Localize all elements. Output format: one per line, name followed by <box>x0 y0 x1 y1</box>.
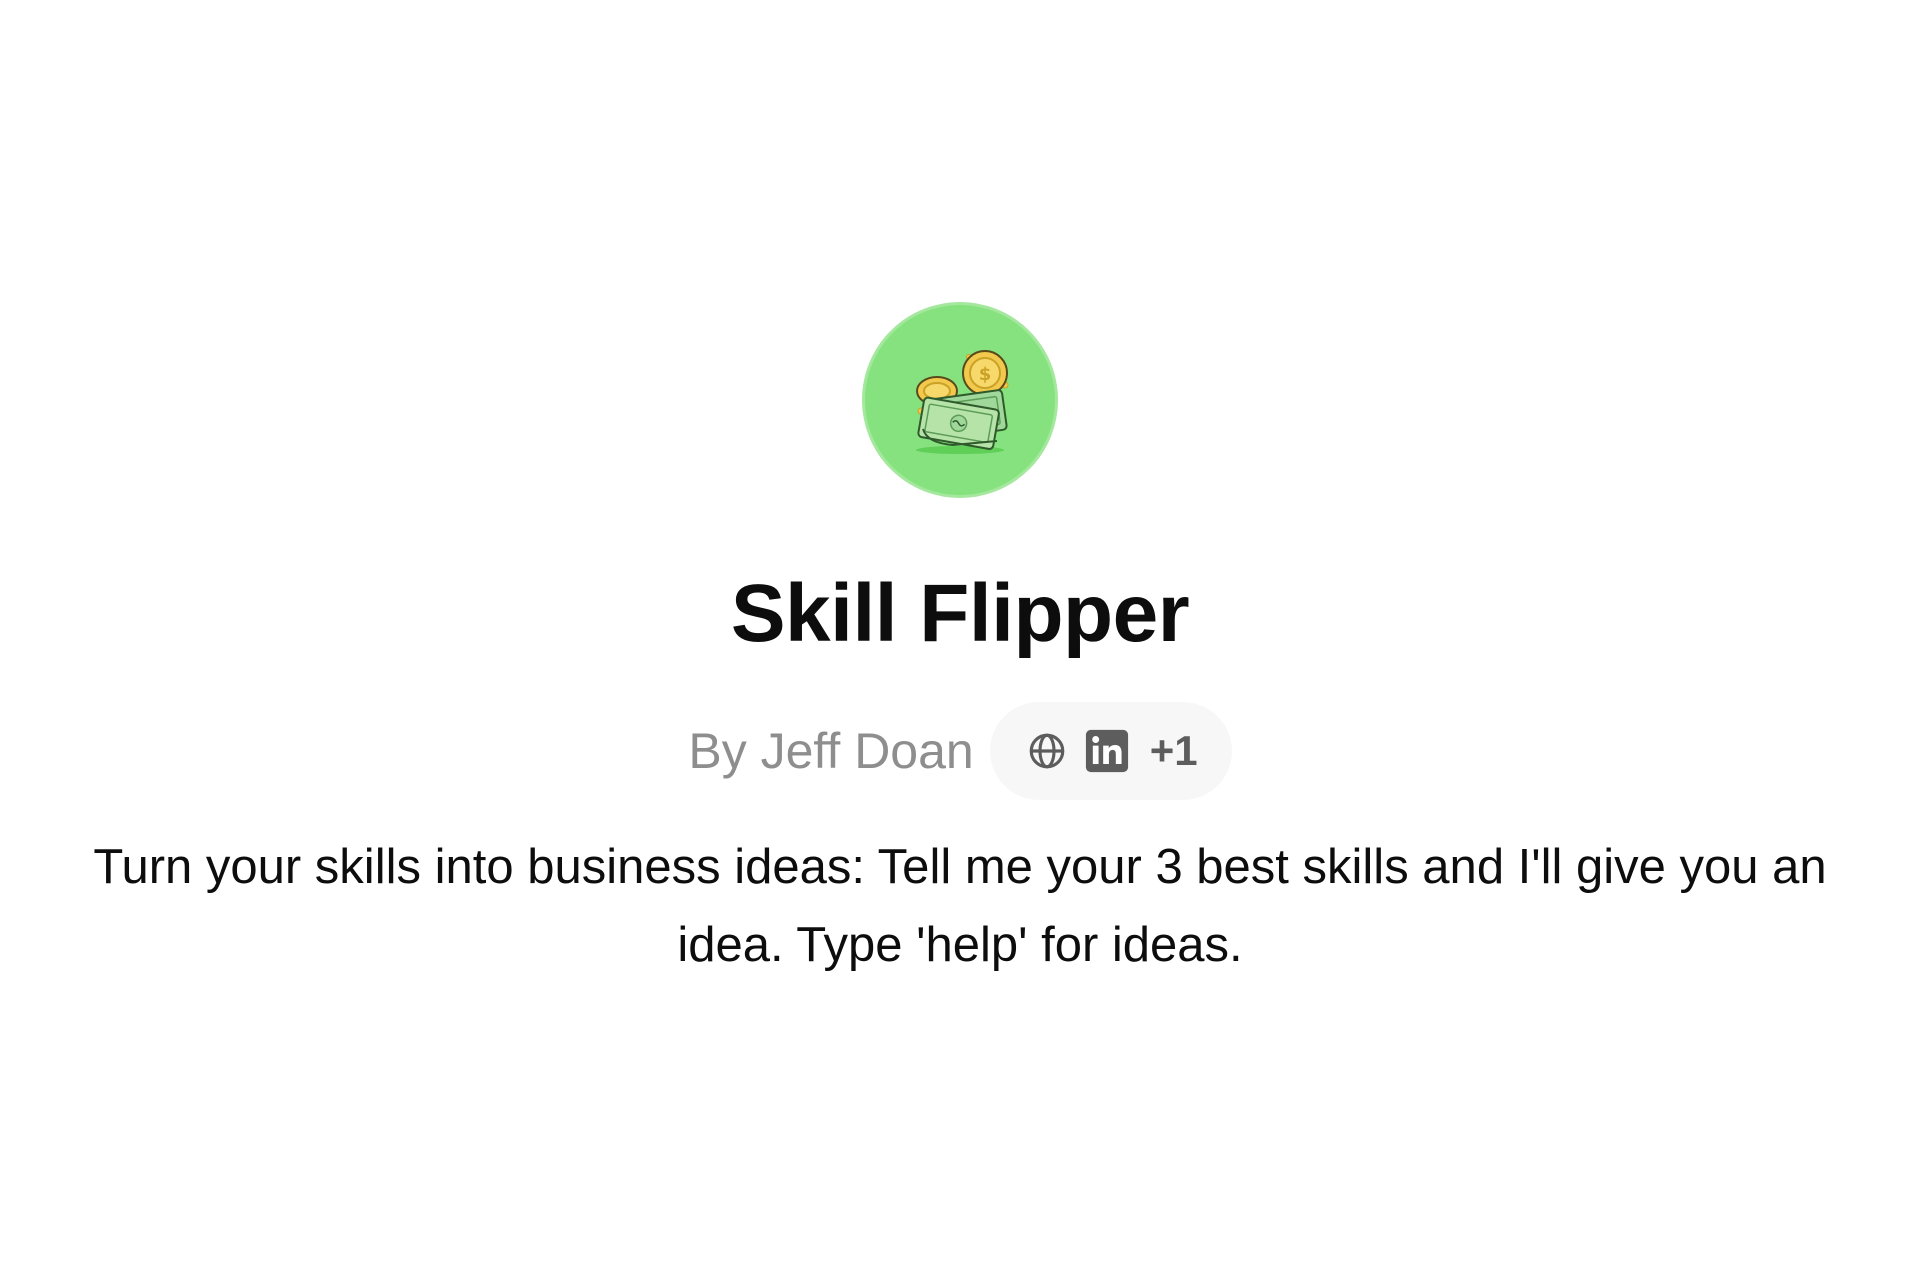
gpt-hero: $ Skill Flipper By Jeff Doan +1 Turn you… <box>0 0 1920 984</box>
gpt-avatar: $ <box>862 302 1058 498</box>
more-links-count[interactable]: +1 <box>1150 727 1198 775</box>
author-byline: By Jeff Doan +1 <box>688 702 1232 800</box>
gpt-description: Turn your skills into business ideas: Te… <box>93 840 1827 972</box>
gpt-title: Skill Flipper <box>730 568 1190 659</box>
gpt-profile-page: $ Skill Flipper By Jeff Doan +1 Turn you… <box>0 0 1920 1280</box>
author-name: By Jeff Doan <box>688 723 974 779</box>
linkedin-icon[interactable] <box>1084 728 1130 774</box>
svg-text:$: $ <box>979 364 992 385</box>
author-links-pill[interactable]: +1 <box>989 702 1232 800</box>
globe-icon[interactable] <box>1026 730 1068 772</box>
money-icon: $ <box>916 350 1009 454</box>
